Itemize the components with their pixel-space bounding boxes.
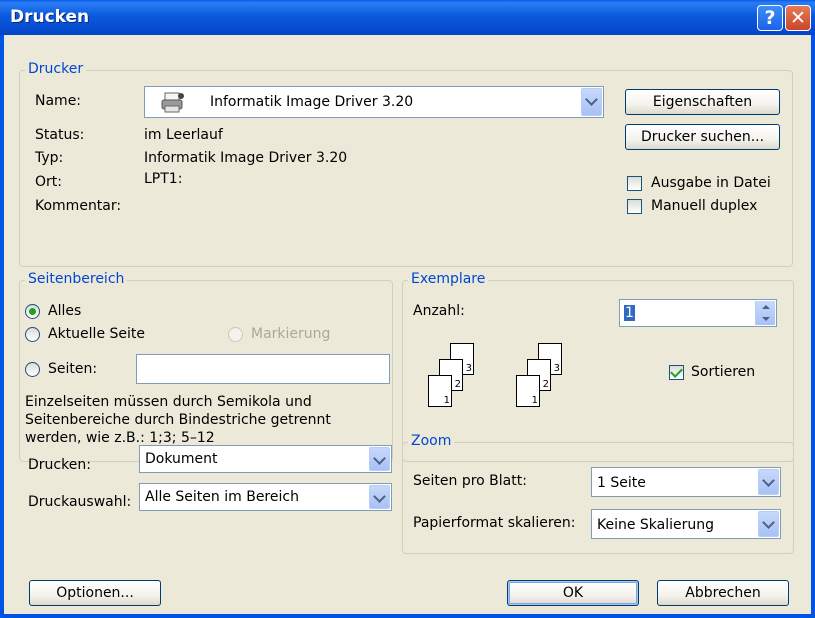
print-label: Drucken: (28, 457, 91, 473)
chevron-down-icon[interactable] (758, 511, 779, 537)
scale-value: Keine Skalierung (597, 517, 715, 533)
chevron-down-icon[interactable] (581, 88, 602, 116)
collate-page: 1 (516, 375, 540, 407)
chevron-down-icon[interactable] (369, 485, 390, 509)
print-to-file-checkbox[interactable] (627, 176, 642, 191)
comment-label: Kommentar: (35, 198, 122, 214)
page-range-help-line3: werden, wie z.B.: 1;3; 5–12 (25, 430, 215, 446)
properties-button-label: Eigenschaften (652, 94, 753, 110)
printer-name-label: Name: (35, 93, 82, 109)
cancel-button-label: Abbrechen (685, 585, 761, 601)
current-page-radio[interactable] (25, 327, 40, 342)
copies-count-label: Anzahl: (413, 303, 465, 319)
current-page-label[interactable]: Aktuelle Seite (48, 326, 145, 342)
all-pages-label[interactable]: Alles (48, 303, 81, 319)
properties-button[interactable]: Eigenschaften (625, 89, 780, 115)
cancel-button[interactable]: Abbrechen (657, 580, 789, 606)
find-printer-button-label: Drucker suchen... (640, 129, 765, 145)
printer-name-select[interactable]: Informatik Image Driver 3.20 (144, 86, 604, 118)
copies-count-value: 1 (624, 305, 635, 321)
copies-legend: Exemplare (408, 271, 489, 287)
close-icon[interactable]: ✕ (785, 5, 811, 31)
type-value: Informatik Image Driver 3.20 (144, 150, 348, 166)
print-what-select[interactable]: Alle Seiten im Bereich (139, 483, 392, 511)
scale-label: Papierformat skalieren: (413, 515, 576, 531)
page-range-legend: Seitenbereich (25, 271, 128, 287)
scale-select[interactable]: Keine Skalierung (591, 509, 781, 539)
pages-per-sheet-value: 1 Seite (597, 475, 646, 491)
copies-group: Exemplare Anzahl: 1 3 2 1 3 2 1 Sortiere… (402, 271, 794, 462)
page-range-help-line2: Seitenbereiche durch Bindestriche getren… (25, 412, 331, 428)
spinner-arrows-icon[interactable] (755, 301, 775, 325)
pages-radio[interactable] (25, 362, 40, 377)
dialog-client-area: Drucker Name: Informatik Image Driver 3.… (4, 35, 811, 614)
options-button-label: Optionen... (56, 585, 134, 601)
find-printer-button[interactable]: Drucker suchen... (625, 124, 780, 150)
printer-group-legend: Drucker (25, 61, 87, 77)
zoom-legend: Zoom (408, 433, 455, 449)
location-label: Ort: (35, 174, 62, 190)
pages-per-sheet-label: Seiten pro Blatt: (413, 473, 527, 489)
ok-button-label: OK (562, 585, 584, 601)
printer-name-value: Informatik Image Driver 3.20 (210, 94, 414, 110)
print-what-label: Druckauswahl: (28, 494, 132, 510)
page-range-group: Seitenbereich Alles Aktuelle Seite Marki… (19, 271, 393, 462)
print-to-file-label[interactable]: Ausgabe in Datei (651, 175, 771, 191)
page-range-help-line1: Einzelseiten müssen durch Semikola und (25, 394, 312, 410)
manual-duplex-label[interactable]: Manuell duplex (651, 198, 757, 214)
pages-per-sheet-select[interactable]: 1 Seite (591, 467, 781, 497)
zoom-group: Zoom Seiten pro Blatt: 1 Seite Papierfor… (402, 433, 794, 554)
print-dialog-window: Drucken ? ✕ Drucker Name: Informatik Ima… (0, 0, 815, 618)
all-pages-radio[interactable] (25, 304, 40, 319)
collate-checkbox[interactable] (669, 365, 684, 380)
collate-label[interactable]: Sortieren (691, 364, 755, 380)
print-select-value: Dokument (145, 451, 218, 467)
printer-group: Drucker Name: Informatik Image Driver 3.… (19, 61, 793, 267)
collate-page: 1 (428, 375, 452, 407)
help-icon[interactable]: ? (757, 5, 783, 31)
print-what-select-value: Alle Seiten im Bereich (145, 489, 299, 505)
status-label: Status: (35, 127, 85, 143)
print-select[interactable]: Dokument (139, 445, 392, 473)
title-bar[interactable]: Drucken ? ✕ (0, 0, 815, 35)
selection-radio[interactable] (228, 327, 243, 342)
type-label: Typ: (35, 150, 64, 166)
ok-button[interactable]: OK (507, 580, 639, 606)
copies-count-spinner[interactable]: 1 (619, 299, 777, 327)
pages-label[interactable]: Seiten: (48, 361, 97, 377)
options-button[interactable]: Optionen... (29, 580, 161, 606)
location-value: LPT1: (144, 171, 183, 187)
chevron-down-icon[interactable] (369, 447, 390, 471)
window-title: Drucken (10, 7, 90, 27)
printer-icon (161, 92, 184, 113)
pages-input[interactable] (136, 354, 390, 384)
manual-duplex-checkbox[interactable] (627, 199, 642, 214)
chevron-down-icon[interactable] (758, 469, 779, 495)
selection-label: Markierung (251, 326, 331, 342)
status-value: im Leerlauf (144, 127, 223, 143)
